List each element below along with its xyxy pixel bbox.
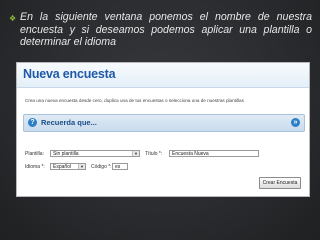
language-select[interactable]: Español ▼ — [50, 163, 86, 170]
template-value: Sin plantilla — [53, 151, 79, 157]
survey-screenshot: Nueva encuesta Crea una nueva encuesta d… — [16, 62, 310, 197]
template-label: Plantilla: — [25, 151, 44, 157]
template-select[interactable]: Sin plantilla ▼ — [50, 150, 140, 157]
screenshot-header: Nueva encuesta — [17, 63, 309, 88]
title-input[interactable]: Encuesta Nueva — [169, 150, 259, 157]
create-survey-button[interactable]: Crear Encuesta — [259, 177, 301, 189]
title-label: Título *: — [145, 151, 163, 157]
code-input[interactable]: es — [112, 163, 128, 170]
chevron-down-icon: ▼ — [132, 151, 139, 156]
language-label: Idioma *: — [25, 164, 45, 170]
code-label: Código *: — [91, 164, 112, 170]
bullet-icon: ❖ — [9, 14, 17, 23]
expand-icon[interactable]: » — [291, 118, 300, 127]
title-value: Encuesta Nueva — [172, 151, 209, 157]
help-icon: ? — [28, 118, 37, 127]
page-title: Nueva encuesta — [23, 67, 116, 81]
reminder-label: Recuerda que... — [41, 118, 97, 127]
chevron-down-icon: ▼ — [78, 164, 85, 169]
language-value: Español — [53, 164, 72, 170]
intro-text: En la siguiente ventana ponemos el nombr… — [20, 11, 312, 49]
code-value: es — [115, 164, 121, 170]
page-description: Crea una nueva encuesta desde cero, dupl… — [25, 98, 244, 103]
reminder-panel[interactable]: ? Recuerda que... » — [23, 114, 305, 132]
